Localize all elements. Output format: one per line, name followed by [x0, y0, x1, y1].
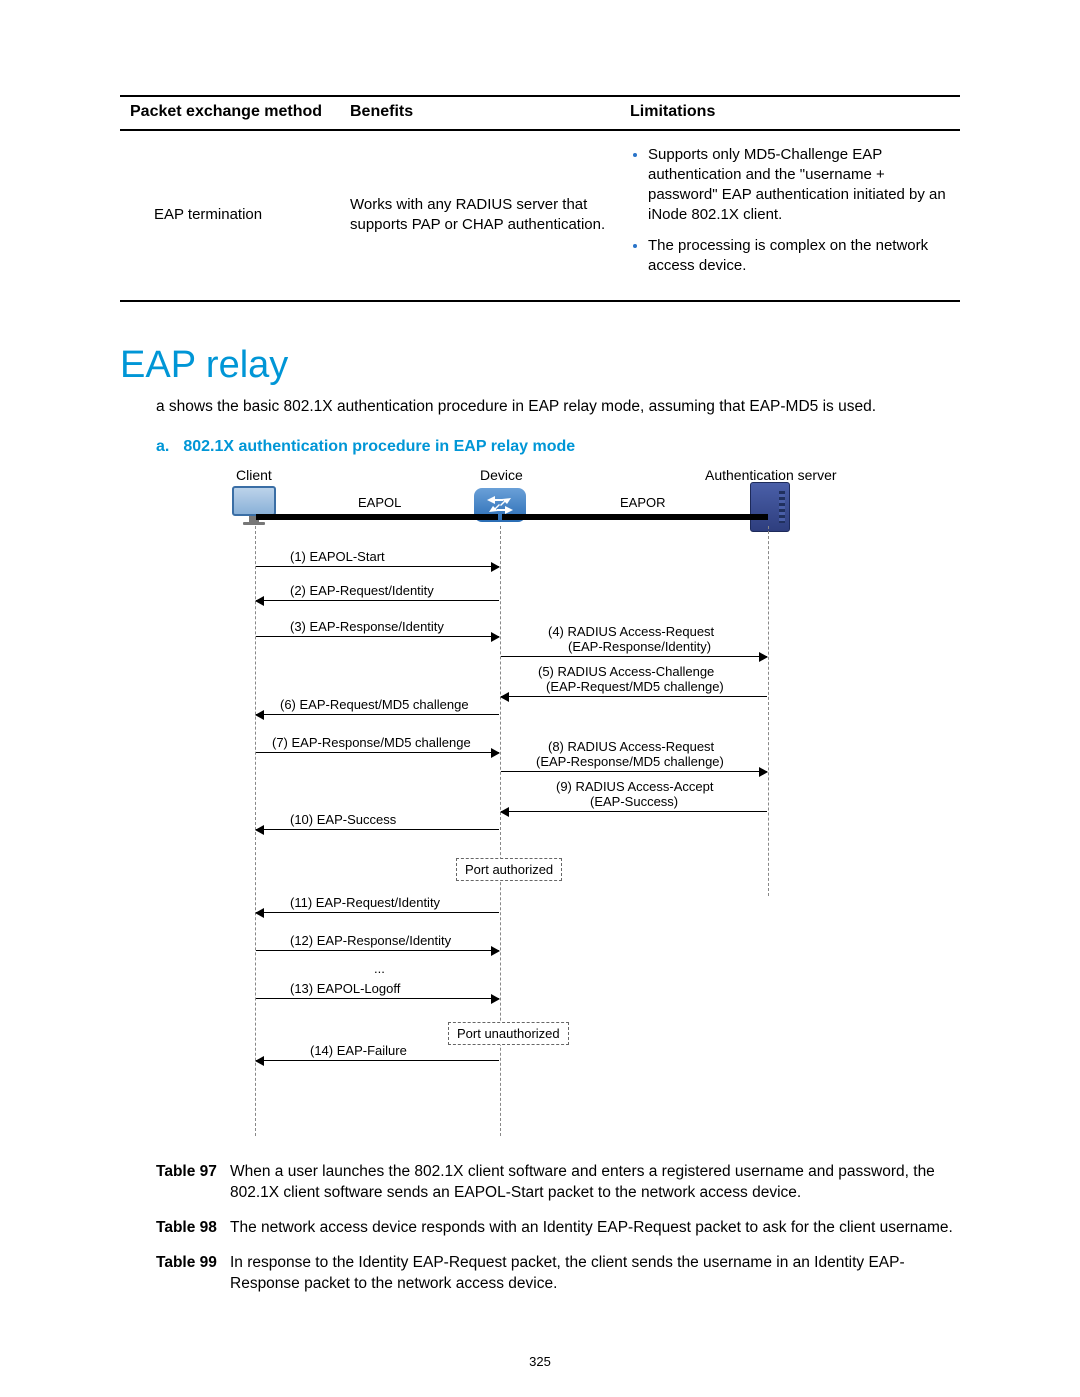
caption-text: 802.1X authentication procedure in EAP r…	[183, 438, 575, 455]
arrow-10	[256, 829, 499, 830]
packet-exchange-table: Packet exchange method Benefits Limitati…	[120, 95, 960, 302]
cell-method: EAP termination	[120, 130, 340, 302]
state-port-authorized: Port authorized	[456, 858, 562, 882]
arrow-4	[501, 656, 767, 657]
server-lifeline	[768, 526, 769, 896]
msg-5b: (EAP-Request/MD5 challenge)	[546, 678, 724, 696]
arrow-2	[256, 600, 499, 601]
arrow-7	[256, 752, 499, 753]
step-item: Table 98 The network access device respo…	[156, 1218, 960, 1239]
arrow-3	[256, 636, 499, 637]
procedure-steps: Table 97 When a user launches the 802.1X…	[156, 1162, 960, 1295]
msg-10: (10) EAP-Success	[290, 811, 396, 829]
step-tag: Table 99	[156, 1253, 230, 1295]
step-item: Table 97 When a user launches the 802.1X…	[156, 1162, 960, 1204]
arrow-11	[256, 912, 499, 913]
msg-1: (1) EAPOL-Start	[290, 548, 385, 566]
step-item: Table 99 In response to the Identity EAP…	[156, 1253, 960, 1295]
eapol-label: EAPOL	[358, 494, 401, 512]
msg-6: (6) EAP-Request/MD5 challenge	[280, 696, 469, 714]
msg-4b: (EAP-Response/Identity)	[568, 638, 711, 656]
msg-9b: (EAP-Success)	[590, 793, 678, 811]
step-text: In response to the Identity EAP-Request …	[230, 1253, 960, 1295]
msg-7: (7) EAP-Response/MD5 challenge	[272, 734, 471, 752]
th-method: Packet exchange method	[120, 96, 340, 130]
sequence-diagram: Client Device Authentication server EAPO…	[180, 466, 870, 1136]
actor-client-label: Client	[236, 466, 272, 485]
step-tag: Table 98	[156, 1218, 230, 1239]
eapor-link-bar	[502, 514, 768, 520]
msg-14: (14) EAP-Failure	[310, 1042, 407, 1060]
section-heading-eap-relay: EAP relay	[120, 340, 960, 391]
eapor-label: EAPOR	[620, 494, 666, 512]
ellipsis: ...	[374, 960, 385, 978]
actor-device-label: Device	[480, 466, 523, 485]
page-number: 325	[0, 1353, 1080, 1371]
msg-2: (2) EAP-Request/Identity	[290, 582, 434, 600]
msg-11: (11) EAP-Request/Identity	[290, 894, 440, 912]
arrow-6	[256, 714, 499, 715]
cell-benefits: Works with any RADIUS server that suppor…	[340, 130, 620, 302]
eapol-link-bar	[256, 514, 498, 520]
cell-limitations: Supports only MD5-Challenge EAP authenti…	[620, 130, 960, 302]
msg-8b: (EAP-Response/MD5 challenge)	[536, 753, 724, 771]
step-text: The network access device responds with …	[230, 1218, 953, 1239]
arrow-5	[501, 696, 767, 697]
intro-paragraph: a shows the basic 802.1X authentication …	[156, 397, 960, 418]
arrow-9	[501, 811, 767, 812]
step-tag: Table 97	[156, 1162, 230, 1204]
arrow-13	[256, 998, 499, 999]
arrow-8	[501, 771, 767, 772]
figure-caption: a. 802.1X authentication procedure in EAP…	[156, 436, 960, 458]
msg-3: (3) EAP-Response/Identity	[290, 618, 444, 636]
arrow-12	[256, 950, 499, 951]
arrow-1	[256, 566, 499, 567]
th-benefits: Benefits	[340, 96, 620, 130]
state-port-unauthorized: Port unauthorized	[448, 1022, 569, 1046]
step-text: When a user launches the 802.1X client s…	[230, 1162, 960, 1204]
server-icon	[750, 482, 790, 532]
limitation-item: The processing is complex on the network…	[648, 236, 950, 277]
limitation-item: Supports only MD5-Challenge EAP authenti…	[648, 145, 950, 226]
msg-12: (12) EAP-Response/Identity	[290, 932, 451, 950]
msg-13: (13) EAPOL-Logoff	[290, 980, 400, 998]
arrow-14	[256, 1060, 499, 1061]
th-limitations: Limitations	[620, 96, 960, 130]
caption-number: a.	[156, 438, 169, 455]
